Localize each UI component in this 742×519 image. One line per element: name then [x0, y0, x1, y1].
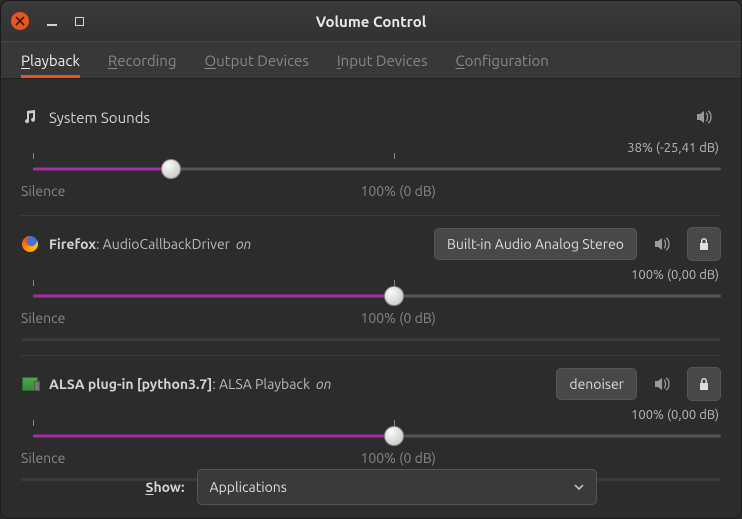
slider-scale-labels: Silence 100% (0 dB) — [21, 183, 721, 201]
volume-slider[interactable] — [33, 426, 721, 446]
chevron-down-icon — [574, 484, 584, 490]
mute-icon[interactable] — [645, 227, 679, 261]
show-label: Show: — [145, 479, 184, 495]
stream-label: System Sounds — [49, 109, 150, 126]
tab-playback[interactable]: Playback — [21, 44, 80, 77]
firefox-icon — [21, 236, 39, 252]
lock-channels-icon[interactable] — [687, 367, 721, 401]
tab-bar: Playback Recording Output Devices Input … — [1, 41, 741, 79]
mute-icon[interactable] — [645, 367, 679, 401]
tab-configuration[interactable]: Configuration — [455, 44, 548, 77]
show-filter-select[interactable]: Applications — [197, 469, 597, 505]
titlebar: Volume Control — [1, 1, 741, 41]
sink-select-button[interactable]: denoiser — [556, 368, 637, 400]
db-readout: 38% (-25,41 dB) — [21, 141, 721, 155]
slider-scale-labels: Silence 100% (0 dB) — [21, 310, 721, 328]
tab-recording[interactable]: Recording — [108, 44, 177, 77]
tab-output-devices[interactable]: Output Devices — [205, 44, 309, 77]
audio-card-icon — [21, 377, 39, 391]
stream-label: ALSA plug-in [python3.7]: ALSA Playback — [49, 376, 310, 392]
footer-bar: Show: Applications — [20, 469, 722, 505]
stream-on-label: on — [236, 236, 251, 252]
slider-scale-labels: Silence 100% (0 dB) — [21, 450, 721, 468]
stream-label: Firefox: AudioCallbackDriver — [49, 236, 230, 252]
stream-firefox: Firefox: AudioCallbackDriver on Built-in… — [21, 216, 721, 356]
db-readout: 100% (0,00 dB) — [21, 268, 721, 282]
stream-system-sounds: System Sounds 38% (-25,41 dB) Silence 10… — [21, 89, 721, 216]
mute-icon[interactable] — [687, 100, 721, 134]
tab-input-devices[interactable]: Input Devices — [337, 44, 428, 77]
vu-meter — [21, 338, 721, 341]
stream-on-label: on — [316, 376, 331, 392]
window-title: Volume Control — [1, 13, 741, 30]
playback-content: System Sounds 38% (-25,41 dB) Silence 10… — [1, 79, 741, 495]
music-note-icon — [21, 109, 39, 125]
sink-select-button[interactable]: Built-in Audio Analog Stereo — [434, 228, 637, 260]
db-readout: 100% (0,00 dB) — [21, 408, 721, 422]
volume-slider[interactable] — [33, 159, 721, 179]
volume-slider[interactable] — [33, 286, 721, 306]
lock-channels-icon[interactable] — [687, 227, 721, 261]
